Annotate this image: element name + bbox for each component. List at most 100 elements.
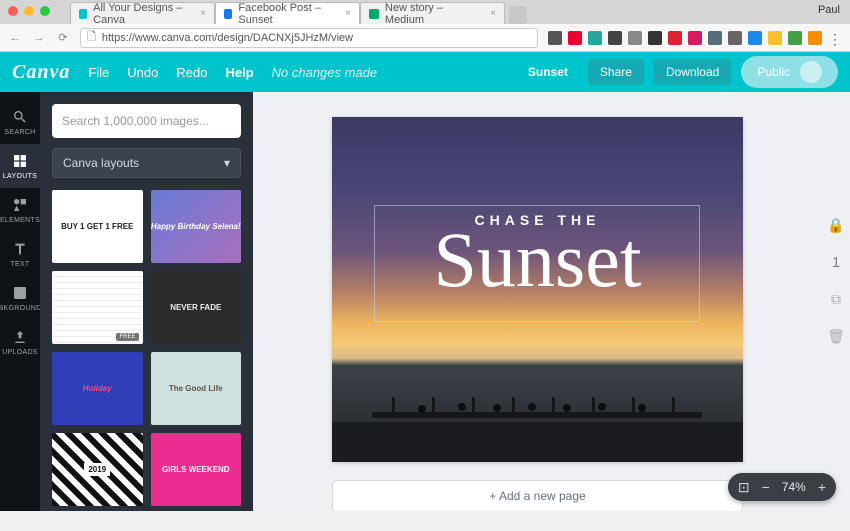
lock-icon[interactable]: 🔒 bbox=[827, 217, 844, 234]
rail-text[interactable]: TEXT bbox=[0, 232, 40, 276]
thumb-caption: Holiday bbox=[83, 384, 112, 393]
tab-label: All Your Designs – Canva bbox=[93, 2, 194, 26]
extension-icon[interactable] bbox=[648, 31, 662, 45]
dropdown-label: Canva layouts bbox=[63, 156, 139, 170]
rail-search[interactable]: SEARCH bbox=[0, 100, 40, 144]
delete-page-icon[interactable]: 🗑 bbox=[827, 328, 845, 345]
zoom-percent: 74% bbox=[782, 480, 806, 494]
back-button[interactable]: ← bbox=[8, 32, 22, 44]
thumb-caption: NEVER FADE bbox=[170, 303, 221, 312]
favicon-icon bbox=[79, 9, 87, 19]
download-button[interactable]: Download bbox=[654, 59, 731, 85]
avatar bbox=[800, 61, 822, 83]
reload-button[interactable]: ⟳ bbox=[56, 31, 70, 44]
extension-icon[interactable] bbox=[668, 31, 682, 45]
left-rail: SEARCH LAYOUTS ELEMENTS TEXT BKGROUND UP… bbox=[0, 92, 40, 511]
search-input[interactable]: Search 1,000,000 images... bbox=[52, 104, 241, 138]
public-button[interactable]: Public bbox=[741, 56, 838, 88]
free-badge: FREE bbox=[116, 333, 138, 341]
close-tab-icon[interactable]: × bbox=[490, 8, 496, 19]
extension-icon[interactable] bbox=[708, 31, 722, 45]
add-page-button[interactable]: + Add a new page bbox=[332, 480, 743, 511]
layouts-icon bbox=[12, 153, 28, 169]
public-label: Public bbox=[757, 65, 790, 79]
search-placeholder: Search 1,000,000 images... bbox=[62, 114, 209, 128]
zoom-window-icon[interactable] bbox=[40, 6, 50, 16]
uploads-icon bbox=[12, 329, 28, 345]
menu-undo[interactable]: Undo bbox=[127, 65, 158, 80]
extension-icon[interactable] bbox=[748, 31, 762, 45]
tab-label: New story – Medium bbox=[385, 2, 484, 26]
template-thumb[interactable]: NEVER FADE bbox=[151, 271, 242, 344]
extensions-tray: ⋮ bbox=[548, 31, 842, 45]
thumb-caption: Happy Birthday Selena! bbox=[151, 222, 241, 231]
template-thumb[interactable]: GIRLS WEEKEND bbox=[151, 433, 242, 506]
extension-icon[interactable] bbox=[688, 31, 702, 45]
zoom-in-button[interactable]: + bbox=[818, 479, 826, 495]
template-thumb[interactable]: The Good Life bbox=[151, 352, 242, 425]
cast-icon[interactable] bbox=[548, 31, 562, 45]
rail-uploads[interactable]: UPLOADS bbox=[0, 320, 40, 364]
template-thumb[interactable]: 2019 bbox=[52, 433, 143, 506]
menu-help[interactable]: Help bbox=[225, 65, 253, 80]
rail-label: BKGROUND bbox=[0, 305, 41, 312]
address-bar[interactable]: 🗋 https://www.canva.com/design/DACNXj5JH… bbox=[80, 28, 538, 48]
url-text: https://www.canva.com/design/DACNXj5JHzM… bbox=[102, 32, 353, 44]
favicon-icon bbox=[224, 9, 232, 19]
minimize-window-icon[interactable] bbox=[24, 6, 34, 16]
favicon-icon bbox=[369, 9, 379, 19]
page-side-rail: 🔒 1 ⧉ 🗑 bbox=[822, 92, 850, 511]
duplicate-page-icon[interactable]: ⧉ bbox=[831, 291, 841, 308]
artboard[interactable]: CHASE THE Sunset bbox=[332, 117, 743, 462]
extension-icon[interactable] bbox=[628, 31, 642, 45]
menu-redo[interactable]: Redo bbox=[176, 65, 207, 80]
save-status: No changes made bbox=[272, 65, 378, 80]
rail-label: ELEMENTS bbox=[0, 217, 40, 224]
rail-elements[interactable]: ELEMENTS bbox=[0, 188, 40, 232]
forward-button[interactable]: → bbox=[32, 32, 46, 44]
browser-tab[interactable]: All Your Designs – Canva × bbox=[70, 2, 215, 24]
template-thumb[interactable]: Happy Birthday Selena! bbox=[151, 190, 242, 263]
new-tab-button[interactable] bbox=[509, 6, 527, 24]
pier-silhouette bbox=[332, 367, 743, 462]
layouts-dropdown[interactable]: Canva layouts ▾ bbox=[52, 148, 241, 178]
close-tab-icon[interactable]: × bbox=[345, 8, 351, 19]
browser-tab[interactable]: Facebook Post – Sunset× bbox=[215, 2, 360, 24]
site-info-icon[interactable]: 🗋 bbox=[87, 28, 96, 47]
rail-background[interactable]: BKGROUND bbox=[0, 276, 40, 320]
thumb-caption: GIRLS WEEKEND bbox=[162, 465, 230, 474]
close-tab-icon[interactable]: × bbox=[200, 8, 206, 19]
chrome-menu-icon[interactable]: ⋮ bbox=[828, 31, 842, 45]
workspace-row: SEARCH LAYOUTS ELEMENTS TEXT BKGROUND UP… bbox=[0, 92, 850, 511]
extension-icon[interactable] bbox=[788, 31, 802, 45]
rail-label: LAYOUTS bbox=[3, 173, 37, 180]
extension-icon[interactable] bbox=[568, 31, 582, 45]
zoom-out-button[interactable]: − bbox=[762, 479, 770, 495]
canva-logo[interactable]: Canva bbox=[12, 61, 70, 84]
close-window-icon[interactable] bbox=[8, 6, 18, 16]
document-title[interactable]: Sunset bbox=[518, 59, 578, 85]
text-title[interactable]: Sunset bbox=[332, 219, 743, 301]
extension-icon[interactable] bbox=[768, 31, 782, 45]
canvas-scroll[interactable]: CHASE THE Sunset + Add a new page bbox=[253, 92, 822, 511]
extension-icon[interactable] bbox=[608, 31, 622, 45]
menu-file[interactable]: File bbox=[88, 65, 109, 80]
thumb-caption: 2019 bbox=[84, 463, 110, 476]
rail-label: SEARCH bbox=[5, 129, 36, 136]
extension-icon[interactable] bbox=[808, 31, 822, 45]
share-button[interactable]: Share bbox=[588, 59, 644, 85]
elements-icon bbox=[12, 197, 28, 213]
background-icon bbox=[12, 285, 28, 301]
page-number: 1 bbox=[832, 254, 840, 271]
extension-icon[interactable] bbox=[728, 31, 742, 45]
template-thumb[interactable]: Holiday bbox=[52, 352, 143, 425]
template-thumb[interactable]: BUY 1 GET 1 FREE bbox=[52, 190, 143, 263]
zoom-fit-icon[interactable]: ⊡ bbox=[738, 479, 750, 496]
rail-layouts[interactable]: LAYOUTS bbox=[0, 144, 40, 188]
extension-icon[interactable] bbox=[588, 31, 602, 45]
rail-label: TEXT bbox=[10, 261, 29, 268]
template-thumb[interactable]: FREE bbox=[52, 271, 143, 344]
browser-tab[interactable]: New story – Medium × bbox=[360, 2, 505, 24]
window-controls bbox=[8, 6, 50, 16]
rail-label: UPLOADS bbox=[2, 349, 38, 356]
